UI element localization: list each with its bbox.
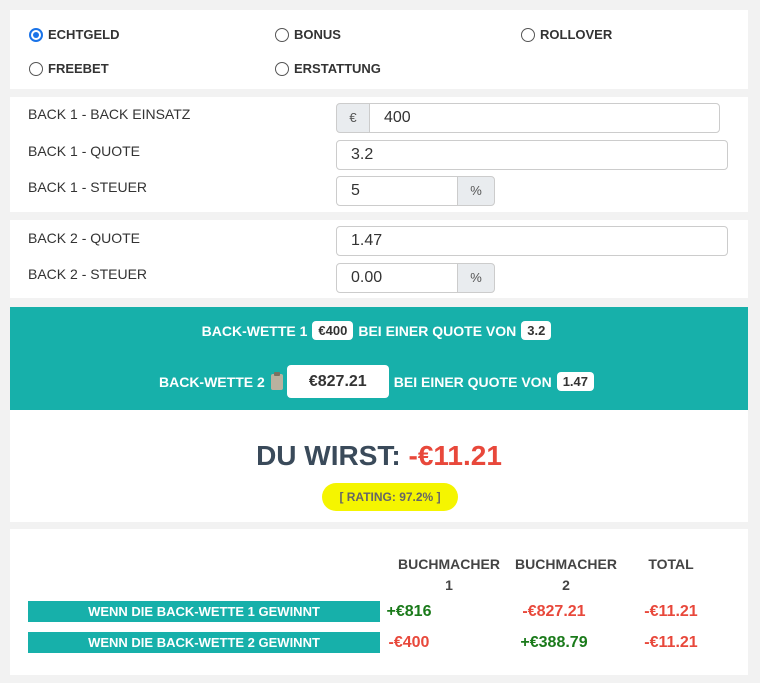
- radio-selected-icon: [29, 27, 43, 42]
- summary-odds-badge: 1.47: [556, 372, 594, 391]
- summary-text: BEI EINER QUOTE VON: [393, 373, 552, 390]
- radio-label: ECHTGELD: [48, 27, 120, 42]
- radio-label: BONUS: [294, 27, 341, 42]
- outcome-table-card: BUCHMACHER 1 BUCHMACHER 2 TOTAL WENN DIE…: [10, 529, 748, 675]
- clipboard-icon[interactable]: [270, 371, 283, 390]
- cell-b2-total: -€11.21: [644, 634, 698, 651]
- back1-odds-input[interactable]: 3.2: [336, 140, 728, 170]
- row-label-back2-wins: WENN DIE BACK-WETTE 2 GEWINNT: [28, 632, 380, 653]
- header-total: TOTAL: [648, 556, 694, 572]
- result-card: DU WIRST: -€11.21 [ RATING: 97.2% ]: [10, 410, 748, 522]
- cell-b1-bm2: -€827.21: [522, 603, 586, 620]
- header-buchmacher-1: BUCHMACHER 1: [398, 556, 500, 593]
- back1-stake-label: BACK 1 - BACK EINSATZ: [28, 106, 191, 122]
- bet-summary-panel: BACK-WETTE 1 €400 BEI EINER QUOTE VON 3.…: [10, 307, 748, 410]
- radio-label: ERSTATTUNG: [294, 61, 381, 76]
- result-heading: DU WIRST: -€11.21: [10, 440, 748, 472]
- summary-line-2: BACK-WETTE 2 €827.21 BEI EINER QUOTE VON…: [10, 364, 748, 399]
- back2-tax-input[interactable]: 0.00: [336, 263, 458, 293]
- summary-text: BEI EINER QUOTE VON: [358, 322, 517, 339]
- back1-odds-label: BACK 1 - QUOTE: [28, 143, 141, 159]
- radio-unselected-icon: [29, 61, 43, 76]
- mode-options-card: ECHTGELD BONUS ROLLOVER FREEBET ERSTATTU…: [10, 10, 748, 89]
- back1-stake-input[interactable]: 400: [369, 103, 720, 133]
- back2-tax-label: BACK 2 - STEUER: [28, 266, 148, 282]
- summary-text: BACK-WETTE 2: [158, 373, 265, 390]
- percent-addon: %: [457, 263, 495, 293]
- summary-line-1: BACK-WETTE 1 €400 BEI EINER QUOTE VON 3.…: [10, 319, 748, 342]
- currency-addon: €: [336, 103, 370, 133]
- radio-echtgeld[interactable]: ECHTGELD: [29, 27, 120, 42]
- cell-b1-bm1: +€816: [386, 603, 432, 620]
- summary-amount-badge: €400: [312, 321, 354, 340]
- radio-rollover[interactable]: ROLLOVER: [521, 27, 612, 42]
- radio-unselected-icon: [275, 27, 289, 42]
- back2-stake-result[interactable]: €827.21: [286, 365, 389, 398]
- radio-unselected-icon: [521, 27, 535, 42]
- back2-odds-input[interactable]: 1.47: [336, 226, 728, 256]
- radio-unselected-icon: [275, 61, 289, 76]
- radio-label: FREEBET: [48, 61, 109, 76]
- radio-label: ROLLOVER: [540, 27, 613, 42]
- back1-card: BACK 1 - BACK EINSATZ € 400 BACK 1 - QUO…: [10, 97, 748, 212]
- radio-bonus[interactable]: BONUS: [275, 27, 341, 42]
- summary-odds-badge: 3.2: [521, 321, 552, 340]
- back2-card: BACK 2 - QUOTE 1.47 BACK 2 - STEUER 0.00…: [10, 220, 748, 298]
- cell-b2-bm2: +€388.79: [520, 634, 588, 651]
- percent-addon: %: [457, 176, 495, 206]
- cell-b2-bm1: -€400: [388, 634, 430, 651]
- back1-tax-label: BACK 1 - STEUER: [28, 179, 148, 195]
- back1-tax-input[interactable]: 5: [336, 176, 458, 206]
- radio-erstattung[interactable]: ERSTATTUNG: [275, 61, 381, 76]
- rating-badge: [ RATING: 97.2% ]: [322, 483, 458, 511]
- summary-text: BACK-WETTE 1: [201, 322, 308, 339]
- back2-odds-label: BACK 2 - QUOTE: [28, 230, 141, 246]
- result-label: DU WIRST:: [256, 440, 401, 471]
- radio-freebet[interactable]: FREEBET: [29, 61, 109, 76]
- header-buchmacher-2: BUCHMACHER 2: [515, 556, 617, 593]
- row-label-back1-wins: WENN DIE BACK-WETTE 1 GEWINNT: [28, 601, 380, 622]
- cell-b1-total: -€11.21: [644, 603, 698, 620]
- result-value: -€11.21: [408, 440, 502, 471]
